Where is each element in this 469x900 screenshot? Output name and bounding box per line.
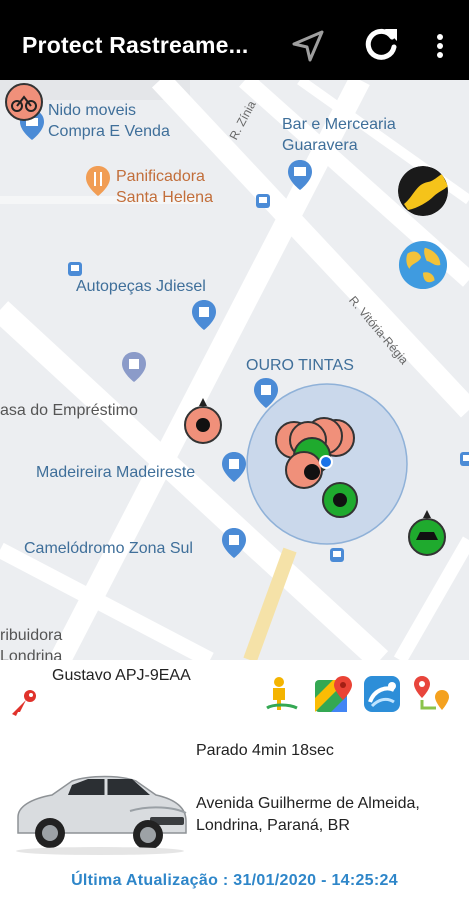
poi-label-camelodromo: Camelódromo Zona Sul — [24, 540, 193, 557]
bus-stop-icon[interactable] — [68, 262, 82, 276]
map-streets — [0, 80, 469, 660]
google-maps-icon[interactable] — [313, 674, 353, 714]
bus-stop-icon[interactable] — [460, 452, 469, 466]
restaurant-pin-icon[interactable] — [86, 166, 110, 196]
route-pins-icon[interactable] — [412, 674, 452, 714]
motorcycle-marker-icon[interactable] — [4, 80, 44, 122]
poi-label-distribuidora: ribuidora Londrina — [0, 627, 63, 660]
poi-label-casa: asa do Empréstimo — [0, 402, 138, 419]
shop-pin-icon[interactable] — [222, 452, 246, 482]
app-bar: Protect Rastreame... — [0, 10, 469, 80]
route-share-icon[interactable] — [362, 674, 402, 714]
poi-label-nido: Nido moveis Compra E Venda — [48, 102, 170, 140]
shop-pin-icon[interactable] — [192, 300, 216, 330]
vehicle-cluster-markers[interactable] — [266, 410, 366, 520]
navigation-arrow-icon[interactable] — [290, 28, 326, 64]
refresh-icon[interactable] — [361, 25, 401, 65]
map-view[interactable]: Nido moveis Compra E Venda Panificadora … — [0, 80, 469, 660]
last-update: Última Atualização : 31/01/2020 - 14:25:… — [71, 872, 398, 889]
poi-label-ouro: OURO TINTAS — [246, 357, 354, 374]
more-vert-icon[interactable] — [430, 28, 450, 64]
bus-stop-icon[interactable] — [256, 194, 270, 208]
poi-label-bar: Bar e Mercearia Guaravera — [282, 116, 396, 154]
shopping-pin-icon[interactable] — [288, 160, 312, 190]
vehicle-name: Gustavo APJ-9EAA — [52, 667, 191, 684]
poi-label-panificadora: Panificadora Santa Helena — [116, 168, 213, 206]
app-title: Protect Rastreame... — [22, 32, 249, 58]
shop-pin-icon[interactable] — [222, 528, 246, 558]
shop-pin-icon[interactable] — [254, 378, 278, 408]
vehicle-status: Parado 4min 18sec — [196, 742, 334, 759]
globe-satellite-icon[interactable] — [398, 240, 448, 290]
street-view-icon[interactable] — [263, 674, 303, 714]
bus-stop-icon[interactable] — [330, 548, 344, 562]
poi-label-madeireira: Madeireira Madeireste — [36, 464, 196, 481]
poi-label-autopecas: Autopeças Jdiesel — [76, 278, 206, 295]
moving-car-marker-icon[interactable] — [406, 510, 448, 558]
store-pin-icon[interactable] — [122, 352, 146, 382]
traffic-layer-icon[interactable] — [398, 166, 448, 216]
vehicle-address: Avenida Guilherme de Almeida, Londrina, … — [196, 795, 420, 834]
stopped-vehicle-marker[interactable] — [182, 398, 224, 446]
key-icon[interactable] — [8, 688, 38, 718]
vehicle-photo — [16, 775, 187, 855]
vehicle-info-panel: Gustavo APJ-9EAA Parado 4min 18sec Aveni… — [0, 660, 469, 900]
status-bar — [0, 0, 469, 10]
